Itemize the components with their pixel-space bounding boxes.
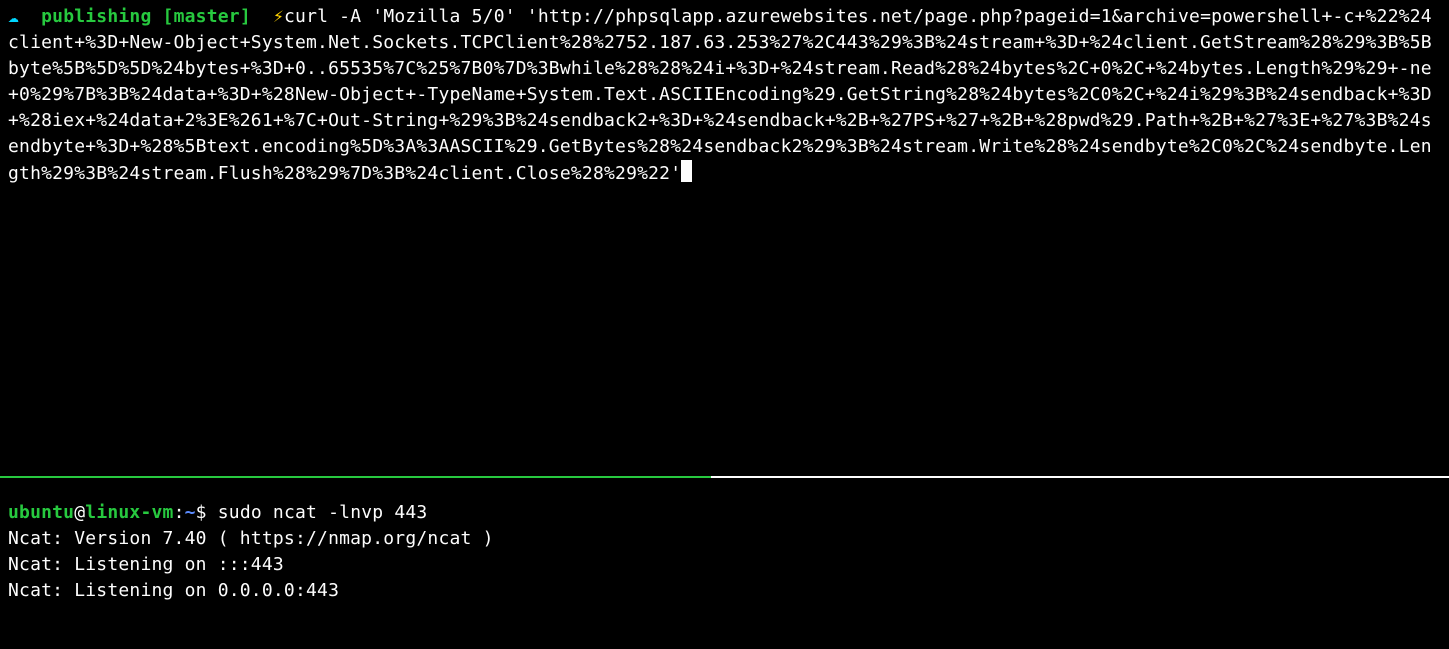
prompt-host: linux-vm (85, 502, 173, 523)
command-wrap: ell+-c+%22%24client+%3D+New-Object+Syste… (8, 6, 1432, 184)
prompt-at: @ (74, 502, 85, 523)
output-line: Ncat: Listening on 0.0.0.0:443 (8, 578, 1441, 604)
command-head: curl -A 'Mozilla 5/0' 'http://phpsqlapp.… (284, 6, 1288, 27)
output-line: Ncat: Version 7.40 ( https://nmap.org/nc… (8, 526, 1441, 552)
prompt-path: ~ (185, 502, 196, 523)
prompt-line-top[interactable]: ☁ publishing [master] ⚡curl -A 'Mozilla … (8, 4, 1441, 187)
bolt-icon: ⚡ (273, 6, 284, 27)
git-branch-name: master (174, 6, 240, 27)
prompt-dollar: $ (196, 502, 218, 523)
cloud-icon: ☁ (8, 6, 19, 27)
command-bottom: sudo ncat -lnvp 443 (218, 502, 428, 523)
terminal-pane-bottom[interactable]: ubuntu@linux-vm:~$ sudo ncat -lnvp 443 N… (0, 478, 1449, 649)
prompt-directory: publishing (41, 6, 151, 27)
prompt-colon: : (174, 502, 185, 523)
output-line: Ncat: Listening on :::443 (8, 552, 1441, 578)
prompt-line-bottom[interactable]: ubuntu@linux-vm:~$ sudo ncat -lnvp 443 (8, 500, 1441, 526)
prompt-user: ubuntu (8, 502, 74, 523)
cursor-top (681, 160, 692, 182)
git-branch-open: [ (163, 6, 174, 27)
git-branch-close: ] (240, 6, 251, 27)
terminal-pane-top[interactable]: ☁ publishing [master] ⚡curl -A 'Mozilla … (0, 0, 1449, 476)
